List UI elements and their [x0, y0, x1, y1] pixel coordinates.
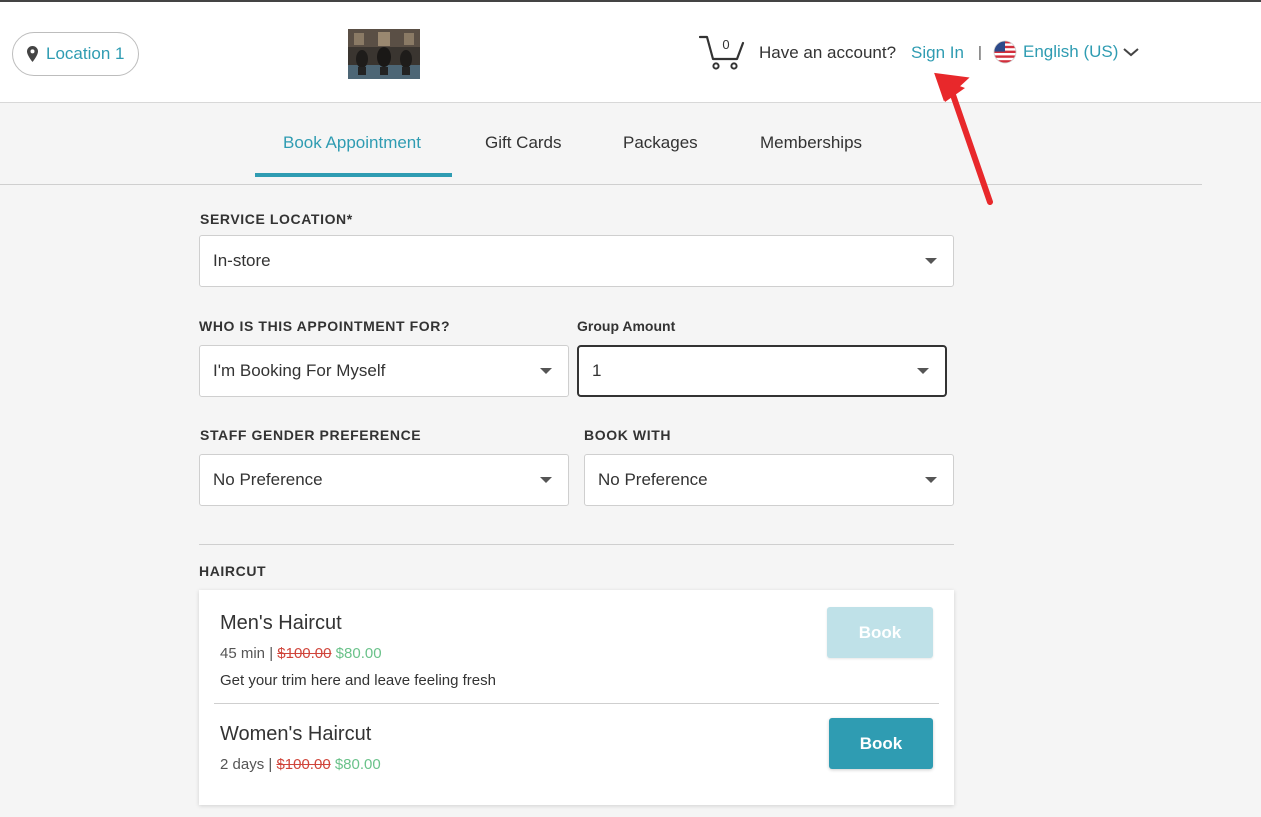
service-name: Women's Haircut [220, 723, 372, 745]
active-tab-indicator [255, 173, 452, 177]
book-with-select[interactable]: No Preference [584, 454, 954, 506]
service-duration: 45 min | [220, 645, 274, 662]
dropdown-caret-icon [540, 368, 552, 374]
service-old-price: $100.00 [276, 756, 331, 773]
cart-button[interactable]: 0 [698, 35, 745, 71]
service-new-price: $80.00 [335, 645, 382, 662]
us-flag-icon [993, 40, 1017, 64]
service-description: Get your trim here and leave feeling fre… [220, 672, 496, 689]
service-old-price: $100.00 [277, 645, 332, 662]
book-button-mens-haircut[interactable]: Book [827, 607, 933, 658]
appointment-for-value: I'm Booking For Myself [213, 361, 386, 380]
service-duration: 2 days | [220, 756, 273, 773]
service-meta: 45 min | $100.00 $80.00 [220, 645, 382, 662]
book-with-label: BOOK WITH [584, 427, 672, 443]
service-name: Men's Haircut [220, 612, 342, 634]
dropdown-caret-icon [917, 368, 929, 374]
annotation-arrow-icon [934, 72, 993, 205]
cart-count: 0 [722, 37, 730, 52]
staff-gender-select[interactable]: No Preference [199, 454, 569, 506]
group-amount-value: 1 [592, 361, 602, 380]
service-list: Men's Haircut 45 min | $100.00 $80.00 Ge… [199, 590, 954, 805]
map-pin-icon [27, 46, 38, 62]
language-selector[interactable]: English (US) [993, 40, 1140, 64]
service-divider [214, 703, 939, 704]
nav-tabs: Book Appointment Gift Cards Packages Mem… [0, 103, 1202, 185]
staff-gender-label: STAFF GENDER PREFERENCE [200, 427, 422, 443]
service-location-value: In-store [213, 251, 271, 270]
chevron-down-icon [1123, 48, 1140, 57]
group-amount-select[interactable]: 1 [577, 345, 947, 397]
dropdown-caret-icon [925, 258, 937, 264]
service-location-select[interactable]: In-store [199, 235, 954, 287]
dropdown-caret-icon [925, 477, 937, 483]
account-prompt: Have an account? [759, 43, 897, 62]
book-button-womens-haircut[interactable]: Book [829, 718, 933, 769]
service-location-label: SERVICE LOCATION* [200, 211, 353, 227]
location-label: Location 1 [46, 44, 125, 63]
language-label: English (US) [1023, 42, 1119, 61]
service-meta: 2 days | $100.00 $80.00 [220, 756, 381, 773]
tab-gift-cards[interactable]: Gift Cards [485, 133, 562, 153]
top-header: Location 1 0 Have an account? Sign In | [0, 0, 1261, 103]
category-title: HAIRCUT [199, 563, 267, 579]
service-new-price: $80.00 [334, 756, 381, 773]
location-selector-button[interactable]: Location 1 [12, 32, 139, 76]
tab-memberships[interactable]: Memberships [760, 133, 862, 153]
header-separator: | [978, 44, 982, 61]
appointment-for-label: WHO IS THIS APPOINTMENT FOR? [199, 318, 451, 334]
book-with-value: No Preference [598, 470, 708, 489]
section-divider [199, 544, 954, 545]
group-amount-label: Group Amount [577, 318, 676, 334]
appointment-for-select[interactable]: I'm Booking For Myself [199, 345, 569, 397]
business-logo[interactable] [348, 29, 420, 79]
tab-packages[interactable]: Packages [623, 133, 698, 153]
dropdown-caret-icon [540, 477, 552, 483]
staff-gender-value: No Preference [213, 470, 323, 489]
tab-book-appointment[interactable]: Book Appointment [283, 133, 421, 153]
sign-in-link[interactable]: Sign In [911, 43, 964, 63]
